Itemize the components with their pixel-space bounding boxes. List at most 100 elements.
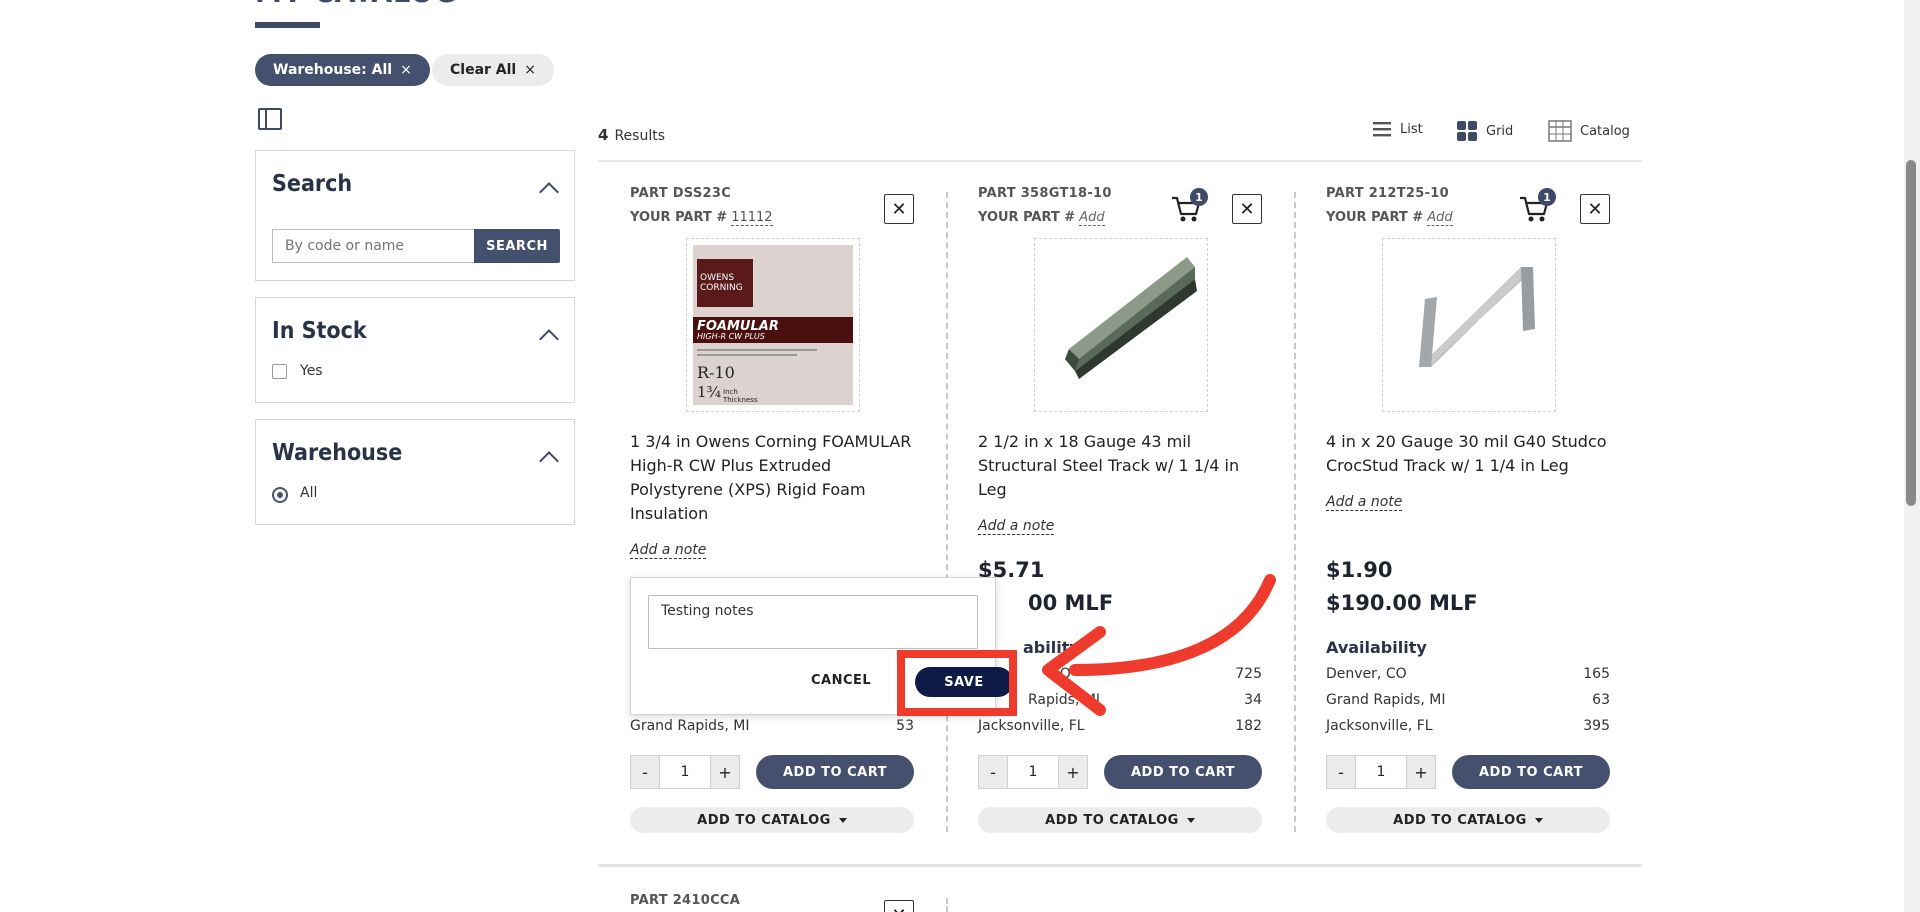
remove-button[interactable]: ✕ [1232, 194, 1262, 224]
in-stock-checkbox[interactable] [272, 364, 287, 379]
panel-title: Search [272, 171, 353, 197]
add-to-catalog-button[interactable]: ADD TO CATALOG [630, 807, 914, 833]
in-stock-label: Yes [300, 363, 323, 379]
decrement-button[interactable]: - [630, 755, 660, 789]
warehouse-panel: Warehouse All [255, 419, 575, 525]
chip-label: Warehouse: All [273, 62, 393, 78]
cart-badge: 1 [1190, 188, 1208, 206]
chip-warehouse-all[interactable]: Warehouse: All × [255, 54, 430, 86]
in-stock-panel: In Stock Yes [255, 297, 575, 403]
note-textarea[interactable]: Testing notes [648, 595, 978, 649]
chevron-up-icon[interactable] [539, 182, 559, 202]
increment-button[interactable]: + [1058, 755, 1088, 789]
highlight-box [897, 650, 1017, 716]
increment-button[interactable]: + [710, 755, 740, 789]
availability-row: Grand Rapids, MI 63 [1326, 692, 1610, 708]
add-note-link[interactable]: Add a note [1326, 494, 1403, 511]
caret-down-icon [838, 817, 847, 823]
quantity-stepper: - 1 + [978, 755, 1088, 789]
search-button[interactable]: SEARCH [474, 229, 560, 263]
quantity-input[interactable]: 1 [1008, 755, 1058, 789]
close-icon: ✕ [891, 198, 907, 220]
product-card: PART DSS23C YOUR PART #11112 ✕ OWENS COR… [630, 180, 914, 840]
price: $1.90 [1326, 558, 1393, 582]
availability-row: Grand Rapids, MI 53 [630, 718, 914, 734]
grid-icon [1457, 121, 1477, 141]
your-part-value[interactable]: 11112 [731, 210, 773, 226]
panel-title: Warehouse [272, 440, 403, 466]
close-icon[interactable]: × [400, 62, 412, 78]
quantity-stepper: - 1 + [630, 755, 740, 789]
column-divider [946, 898, 948, 912]
page-title: MY CATALOG [255, 0, 457, 8]
product-image[interactable] [1034, 238, 1208, 412]
column-divider [946, 192, 948, 832]
list-icon [1373, 122, 1391, 137]
search-input[interactable] [272, 229, 474, 263]
cancel-button[interactable]: CANCEL [811, 673, 871, 688]
add-to-catalog-button[interactable]: ADD TO CATALOG [978, 807, 1262, 833]
panel-title: In Stock [272, 318, 367, 344]
quantity-stepper: - 1 + [1326, 755, 1436, 789]
product-image[interactable] [1382, 238, 1556, 412]
caret-down-icon [1186, 817, 1195, 823]
quantity-input[interactable]: 1 [660, 755, 710, 789]
decrement-button[interactable]: - [978, 755, 1008, 789]
product-card: PART 358GT18-10 YOUR PART # Add 1 ✕ 2 1/2… [978, 180, 1262, 840]
close-icon: ✕ [1239, 198, 1255, 220]
results-count: 4 Results [598, 126, 665, 144]
remove-button[interactable]: ✕ [884, 194, 914, 224]
add-note-link[interactable]: Add a note [978, 518, 1055, 535]
view-catalog[interactable]: Catalog [1548, 120, 1630, 142]
part-number: PART 358GT18-10 [978, 186, 1112, 201]
close-icon[interactable]: × [524, 62, 536, 78]
your-part: YOUR PART # Add [978, 210, 1105, 226]
view-list[interactable]: List [1372, 120, 1423, 138]
remove-button[interactable]: ✕ [884, 900, 914, 912]
chip-clear-all[interactable]: Clear All × [432, 54, 554, 86]
product-description: 1 3/4 in Owens Corning FOAMULAR High-R C… [630, 432, 912, 523]
part-number: PART 2410CCA [630, 893, 741, 908]
view-grid[interactable]: Grid [1456, 120, 1513, 142]
your-part: YOUR PART #11112 [630, 210, 773, 226]
chevron-up-icon[interactable] [539, 451, 559, 471]
foamular-band: FOAMULAR HIGH-R CW PLUS [693, 317, 853, 343]
product-description: 2 1/2 in x 18 Gauge 43 mil Structural St… [978, 432, 1240, 499]
warehouse-radio[interactable] [272, 487, 288, 503]
add-to-cart-button[interactable]: ADD TO CART [1104, 755, 1262, 789]
your-part-add-link[interactable]: Add [1427, 210, 1453, 226]
product-image[interactable]: OWENS CORNING FOAMULAR HIGH-R CW PLUS R-… [686, 238, 860, 412]
caret-down-icon [1534, 817, 1543, 823]
cart-icon[interactable]: 1 [1518, 188, 1556, 224]
add-to-cart-button[interactable]: ADD TO CART [1452, 755, 1610, 789]
add-note-link[interactable]: Add a note [630, 542, 707, 559]
add-to-catalog-button[interactable]: ADD TO CATALOG [1326, 807, 1610, 833]
part-number: PART 212T25-10 [1326, 186, 1449, 201]
part-number: PART DSS23C [630, 186, 732, 201]
divider [598, 160, 1642, 162]
increment-button[interactable]: + [1406, 755, 1436, 789]
cart-icon[interactable]: 1 [1170, 188, 1208, 224]
column-divider [1294, 192, 1296, 832]
your-part-add-link[interactable]: Add [1079, 210, 1105, 226]
your-part: YOUR PART # Add [1326, 210, 1453, 226]
title-underline [255, 22, 320, 28]
remove-button[interactable]: ✕ [1580, 194, 1610, 224]
product-description: 4 in x 20 Gauge 30 mil G40 Studco CrocSt… [1326, 432, 1607, 475]
studco-track-image [1419, 267, 1535, 367]
quantity-input[interactable]: 1 [1356, 755, 1406, 789]
owens-corning-logo: OWENS CORNING [697, 259, 753, 307]
divider [598, 864, 1642, 867]
sidebar-toggle-icon[interactable] [258, 108, 282, 130]
foamular-package: OWENS CORNING FOAMULAR HIGH-R CW PLUS R-… [693, 245, 853, 405]
scrollbar-thumb[interactable] [1906, 160, 1916, 506]
decrement-button[interactable]: - [1326, 755, 1356, 789]
availability-title: Availability [1326, 638, 1427, 657]
warehouse-label: All [300, 485, 318, 501]
close-icon: ✕ [891, 905, 906, 912]
availability-row: Jacksonville, FL 395 [1326, 718, 1610, 734]
table-icon [1548, 120, 1572, 142]
chevron-up-icon[interactable] [539, 329, 559, 349]
add-to-cart-button[interactable]: ADD TO CART [756, 755, 914, 789]
price-mlf: $190.00 MLF [1326, 591, 1478, 615]
